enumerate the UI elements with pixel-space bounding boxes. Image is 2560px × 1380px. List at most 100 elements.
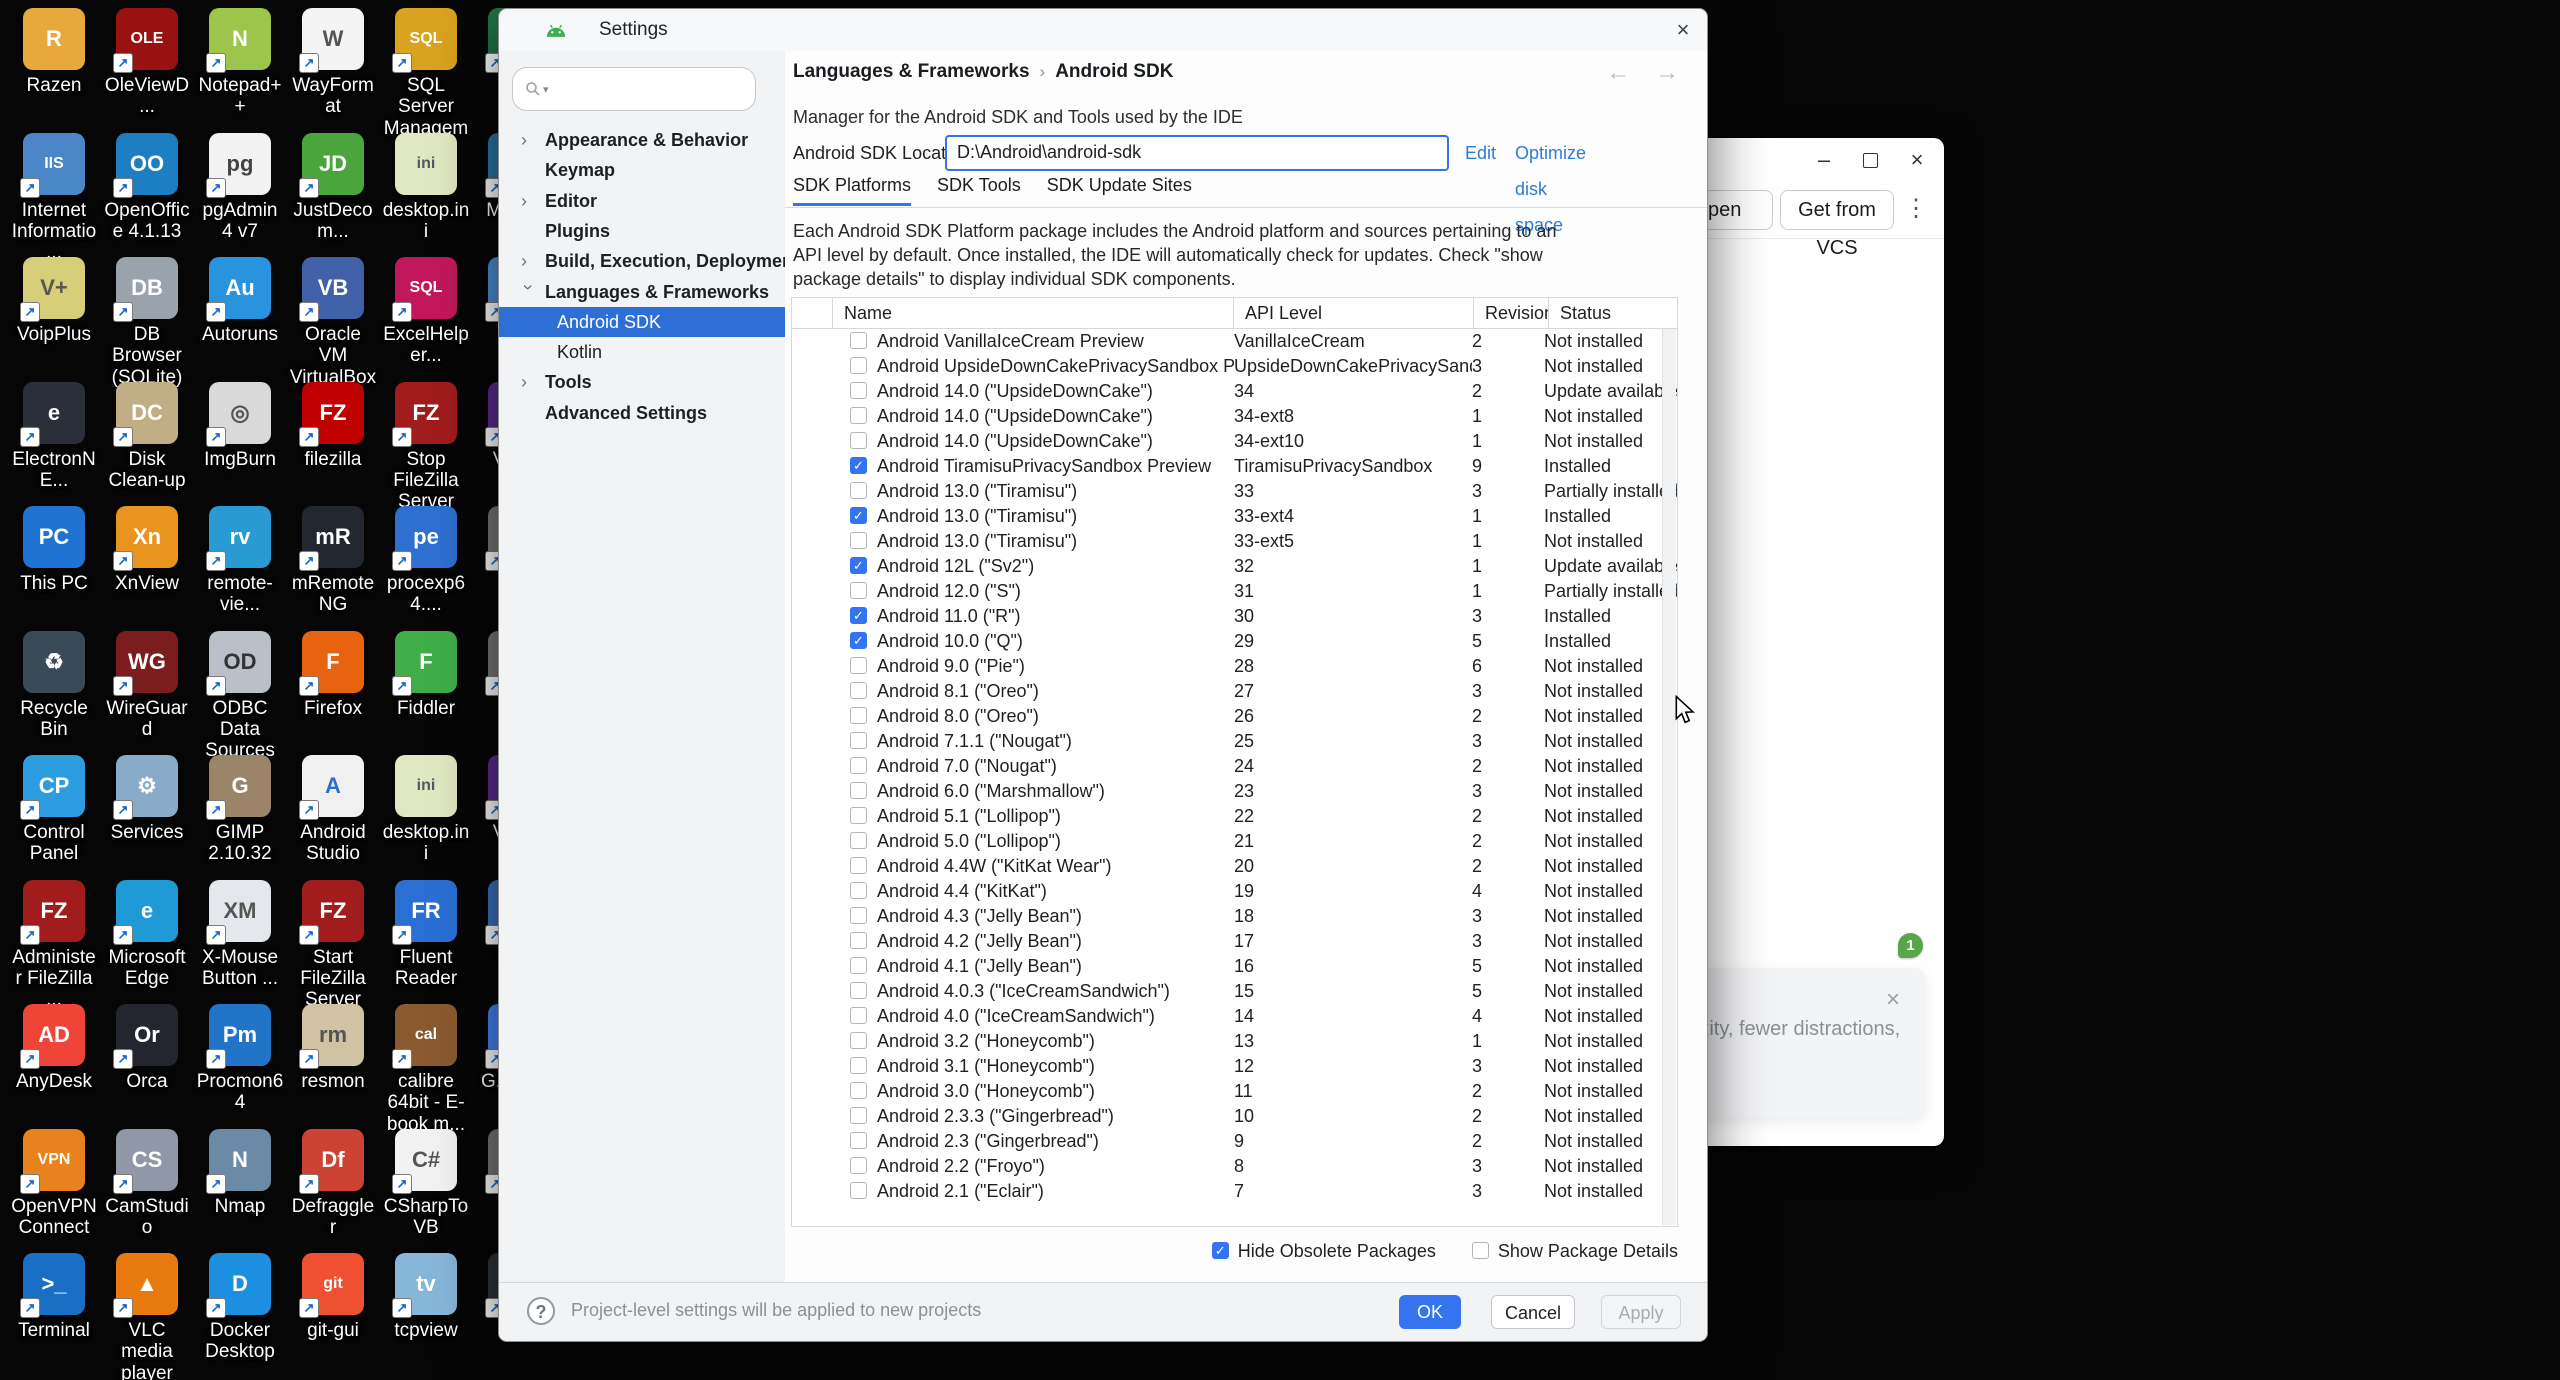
sidebar-tree-item[interactable]: Plugins <box>499 216 785 246</box>
row-checkbox[interactable] <box>850 857 867 875</box>
sidebar-tree-item[interactable]: Android SDK <box>499 306 785 337</box>
desktop-icon[interactable]: FZ ↗ Start FileZilla Server <box>289 879 377 1011</box>
desktop-icon[interactable]: VPN ↗ OpenVPN Connect <box>10 1128 98 1239</box>
help-icon[interactable]: ? <box>527 1297 555 1325</box>
desktop-icon[interactable]: Pm ↗ Procmon64 <box>196 1004 284 1114</box>
sidebar-tree-item[interactable]: › Languages & Frameworks <box>499 277 785 307</box>
table-row[interactable]: Android 12.0 ("S") 31 1 Partially instal… <box>792 579 1677 604</box>
table-row[interactable]: Android 4.4W ("KitKat Wear") 20 2 Not in… <box>792 854 1677 879</box>
row-checkbox[interactable] <box>850 707 867 725</box>
desktop-icon[interactable]: Au ↗ Autoruns <box>196 257 284 345</box>
desktop-icon[interactable]: FZ ↗ Stop FileZilla Server <box>382 381 470 513</box>
table-row[interactable]: Android 2.3.3 ("Gingerbread") 10 2 Not i… <box>792 1104 1677 1129</box>
chevron-icon[interactable]: › <box>521 246 535 276</box>
row-checkbox[interactable]: ✓ <box>850 607 867 625</box>
table-row[interactable]: Android 8.1 ("Oreo") 27 3 Not installed <box>792 679 1677 704</box>
row-checkbox[interactable] <box>850 357 867 375</box>
desktop-icon[interactable]: C# ↗ CSharpToVB <box>382 1128 470 1239</box>
chevron-icon[interactable]: › <box>514 284 544 298</box>
header-name[interactable]: Name <box>832 298 1233 328</box>
settings-search-input[interactable]: ▾ <box>512 67 756 111</box>
row-checkbox[interactable] <box>850 807 867 825</box>
table-row[interactable]: Android 2.3 ("Gingerbread") 9 2 Not inst… <box>792 1129 1677 1154</box>
row-checkbox[interactable] <box>850 532 867 550</box>
desktop-icon[interactable]: JD ↗ JustDecom... <box>289 132 377 243</box>
desktop-icon[interactable]: FZ ↗ Administer FileZilla ... <box>10 879 98 1011</box>
row-checkbox[interactable] <box>850 1032 867 1050</box>
tab[interactable]: SDK Tools <box>937 175 1021 203</box>
tab[interactable]: SDK Update Sites <box>1047 175 1192 203</box>
sidebar-tree-item[interactable]: › Appearance & Behavior <box>499 125 785 155</box>
desktop-icon[interactable]: IIS ↗ Internet Informatio... <box>10 132 98 264</box>
notification-close-icon[interactable]: × <box>1886 986 1900 1014</box>
desktop-icon[interactable]: ▲ ↗ VLC media player <box>103 1253 191 1380</box>
table-row[interactable]: Android 14.0 ("UpsideDownCake") 34 2 Upd… <box>792 379 1677 404</box>
table-row[interactable]: Android 4.0.3 ("IceCreamSandwich") 15 5 … <box>792 979 1677 1004</box>
table-row[interactable]: Android 4.4 ("KitKat") 19 4 Not installe… <box>792 879 1677 904</box>
desktop-icon[interactable]: D ↗ Docker Desktop <box>196 1253 284 1363</box>
row-checkbox[interactable] <box>850 332 867 350</box>
desktop-icon[interactable]: N ↗ Notepad++ <box>196 8 284 118</box>
row-checkbox[interactable] <box>850 1157 867 1175</box>
desktop-icon[interactable]: FZ ↗ filezilla <box>289 381 377 470</box>
table-row[interactable]: Android 3.1 ("Honeycomb") 12 3 Not insta… <box>792 1054 1677 1079</box>
table-row[interactable]: Android 5.0 ("Lollipop") 21 2 Not instal… <box>792 829 1677 854</box>
sidebar-tree-item[interactable]: › Build, Execution, Deployment <box>499 246 799 276</box>
ok-button[interactable]: OK <box>1399 1295 1461 1329</box>
table-row[interactable]: Android 3.2 ("Honeycomb") 13 1 Not insta… <box>792 1029 1677 1054</box>
desktop-icon[interactable]: Or ↗ Orca <box>103 1004 191 1092</box>
desktop-icon[interactable]: ini desktop.ini <box>382 132 470 243</box>
row-checkbox[interactable] <box>850 1182 867 1200</box>
table-row[interactable]: Android 2.1 ("Eclair") 7 3 Not installed <box>792 1179 1677 1204</box>
desktop-icon[interactable]: OLE ↗ OleViewD... <box>103 8 191 118</box>
desktop-icon[interactable]: R Razen <box>10 8 98 96</box>
desktop-icon[interactable]: git ↗ git-gui <box>289 1253 377 1341</box>
table-row[interactable]: Android 8.0 ("Oreo") 26 2 Not installed <box>792 704 1677 729</box>
row-checkbox[interactable] <box>850 882 867 900</box>
hide-obsolete-packages-checkbox[interactable]: ✓ Hide Obsolete Packages <box>1211 1240 1436 1262</box>
row-checkbox[interactable] <box>850 907 867 925</box>
table-row[interactable]: Android 3.0 ("Honeycomb") 11 2 Not insta… <box>792 1079 1677 1104</box>
desktop-icon[interactable]: AD ↗ AnyDesk <box>10 1004 98 1092</box>
desktop-icon[interactable]: PC This PC <box>10 506 98 594</box>
sdk-location-input[interactable]: D:\Android\android-sdk <box>945 135 1449 171</box>
desktop-icon[interactable]: mR ↗ mRemoteNG <box>289 506 377 616</box>
table-row[interactable]: ✓ Android 11.0 ("R") 30 3 Installed <box>792 604 1677 629</box>
row-checkbox[interactable] <box>850 1057 867 1075</box>
chevron-icon[interactable]: › <box>521 125 535 155</box>
desktop-icon[interactable]: rm ↗ resmon <box>289 1004 377 1092</box>
desktop-icon[interactable]: rv ↗ remote-vie... <box>196 506 284 616</box>
checkbox-icon[interactable] <box>1471 1242 1489 1260</box>
table-row[interactable]: Android 7.0 ("Nougat") 24 2 Not installe… <box>792 754 1677 779</box>
row-checkbox[interactable] <box>850 432 867 450</box>
row-checkbox[interactable] <box>850 782 867 800</box>
sidebar-tree-item[interactable]: › Tools <box>499 367 785 397</box>
desktop-icon[interactable]: W ↗ WayFormat <box>289 8 377 118</box>
close-icon[interactable]: × <box>1904 142 1930 178</box>
desktop-icon[interactable]: G ↗ GIMP 2.10.32 <box>196 755 284 865</box>
desktop-icon[interactable]: XM ↗ X-Mouse Button ... <box>196 879 284 990</box>
desktop-icon[interactable]: Xn ↗ XnView <box>103 506 191 594</box>
row-checkbox[interactable] <box>850 1107 867 1125</box>
desktop-icon[interactable]: ⚙ ↗ Services <box>103 755 191 843</box>
table-row[interactable]: Android 4.1 ("Jelly Bean") 16 5 Not inst… <box>792 954 1677 979</box>
row-checkbox[interactable] <box>850 582 867 600</box>
open-button[interactable]: pen <box>1704 190 1773 230</box>
desktop-icon[interactable]: F ↗ Firefox <box>289 630 377 719</box>
desktop-icon[interactable]: A ↗ Android Studio <box>289 755 377 865</box>
table-row[interactable]: Android 13.0 ("Tiramisu") 33-ext5 1 Not … <box>792 529 1677 554</box>
sidebar-tree-item[interactable]: Kotlin <box>499 337 785 367</box>
table-row[interactable]: Android 9.0 ("Pie") 28 6 Not installed <box>792 654 1677 679</box>
row-checkbox[interactable] <box>850 407 867 425</box>
row-checkbox[interactable] <box>850 1007 867 1025</box>
header-revision[interactable]: Revision <box>1473 298 1548 328</box>
minimize-icon[interactable]: – <box>1811 142 1837 178</box>
row-checkbox[interactable]: ✓ <box>850 507 867 525</box>
chevron-icon[interactable]: › <box>521 186 535 216</box>
row-checkbox[interactable] <box>850 482 867 500</box>
desktop-icon[interactable]: V+ ↗ VoipPlus <box>10 257 98 345</box>
table-row[interactable]: ✓ Android 10.0 ("Q") 29 5 Installed <box>792 629 1677 654</box>
back-icon[interactable]: ← <box>1606 59 1630 86</box>
edit-link[interactable]: Edit <box>1465 135 1496 171</box>
desktop-icon[interactable]: DC ↗ Disk Clean-up <box>103 381 191 492</box>
